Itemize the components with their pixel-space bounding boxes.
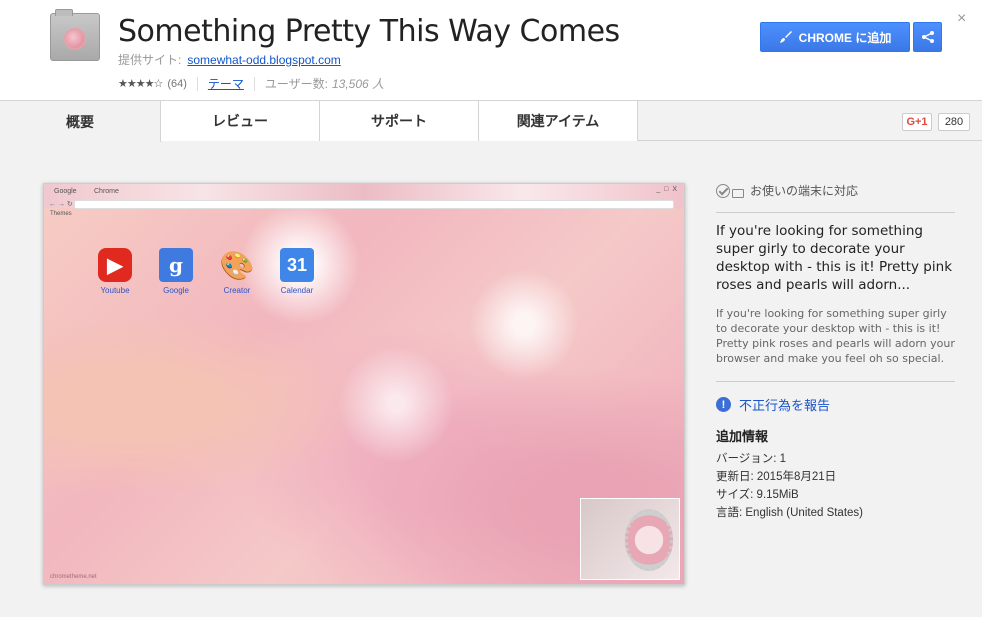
tab-related[interactable]: 関連アイテム: [479, 101, 638, 141]
preview-app-youtube: ▶ Youtube: [90, 248, 140, 295]
tab-reviews[interactable]: レビュー: [161, 101, 320, 141]
divider: [196, 76, 198, 91]
offered-by-link[interactable]: somewhat-odd.blogspot.com: [187, 53, 340, 67]
add-button-label: CHROME に追加: [798, 30, 892, 45]
check-icon: [716, 183, 730, 198]
divider: [253, 76, 255, 91]
gplus-button[interactable]: G+1: [902, 113, 932, 131]
share-button[interactable]: [913, 22, 942, 52]
short-description: If you're looking for something super gi…: [716, 223, 953, 293]
alert-icon: !: [716, 397, 731, 412]
palette-icon: 🎨: [219, 249, 255, 281]
gplus-count: 280: [938, 113, 970, 131]
calendar-icon: 31: [280, 248, 314, 282]
compatibility-notice: お使いの端末に対応: [716, 182, 858, 199]
theme-preview-image[interactable]: Google Chrome _ □ X ← → ↻ Themes ▶ Youtu…: [43, 183, 685, 585]
category-link[interactable]: テーマ: [208, 75, 244, 92]
share-icon: [921, 31, 934, 43]
divider: [716, 381, 955, 382]
preview-app-label: Youtube: [100, 286, 130, 295]
add-to-chrome-button[interactable]: CHROME に追加: [760, 22, 910, 52]
tab-support[interactable]: サポート: [320, 101, 479, 141]
preview-nav-icons: ← → ↻: [49, 201, 73, 208]
preview-app-creator: 🎨 Creator: [212, 248, 262, 296]
offered-by: 提供サイト: somewhat-odd.blogspot.com: [118, 51, 341, 68]
compat-label: お使いの端末に対応: [750, 184, 859, 198]
preview-bookmark: Themes: [50, 211, 72, 217]
tab-overview[interactable]: 概要: [0, 101, 161, 142]
preview-omnibox: [74, 200, 674, 209]
cameo-image: [580, 498, 680, 580]
preview-app-google: g Google: [151, 248, 201, 295]
report-abuse-link[interactable]: ! 不正行為を報告: [716, 395, 830, 414]
preview-app-label: Google: [163, 286, 189, 295]
users-count: 13,506 人: [332, 77, 385, 91]
preview-footer: chrometheme.net: [50, 574, 97, 580]
additional-info-title: 追加情報: [716, 429, 769, 444]
preview-app-label: Calendar: [280, 286, 314, 295]
header: Something Pretty This Way Comes 提供サイト: so…: [0, 0, 982, 101]
page-title: Something Pretty This Way Comes: [118, 14, 620, 49]
preview-window-controls: _ □ X: [656, 186, 678, 193]
updated-info: 更新日: 2015年8月21日: [716, 471, 837, 483]
report-label: 不正行為を報告: [739, 398, 831, 413]
size-info: サイズ: 9.15MiB: [716, 489, 799, 501]
youtube-icon: ▶: [98, 248, 132, 282]
brush-icon: [779, 31, 792, 43]
version-info: バージョン: 1: [716, 453, 787, 465]
rating-stars[interactable]: ★★★★☆: [118, 77, 163, 90]
divider: [716, 212, 955, 213]
offered-by-label: 提供サイト:: [118, 53, 182, 67]
language-info: 言語: English (United States): [716, 507, 864, 519]
users-label: ユーザー数:: [264, 77, 328, 91]
long-description: If you're looking for something super gi…: [716, 307, 955, 365]
close-icon[interactable]: ×: [957, 10, 966, 28]
preview-tab-google: Google: [54, 188, 77, 195]
preview-app-calendar: 31 Calendar: [272, 248, 322, 295]
tab-bar: 概要 レビュー サポート 関連アイテム: [0, 101, 982, 142]
theme-icon: [50, 9, 100, 61]
google-icon: g: [159, 248, 193, 282]
preview-tab-chrome: Chrome: [94, 188, 119, 195]
preview-app-label: Creator: [223, 286, 251, 295]
rating-count[interactable]: (64): [167, 78, 187, 90]
meta-row: ★★★★☆ (64) テーマ ユーザー数: 13,506 人: [118, 75, 384, 92]
device-icon: [732, 188, 744, 198]
